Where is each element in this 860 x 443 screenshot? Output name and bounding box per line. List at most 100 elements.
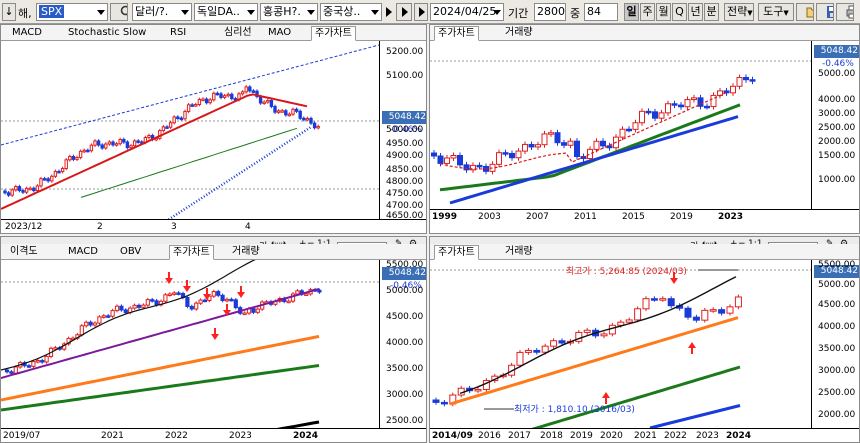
y-tick-label: 2500.00 bbox=[386, 416, 424, 426]
prev-arrow-icon[interactable] bbox=[386, 7, 392, 17]
candle-body bbox=[650, 298, 658, 301]
candle-body bbox=[593, 140, 600, 150]
market-combo[interactable]: 독일DA.. bbox=[194, 3, 258, 21]
high-annotation: 최고가 : 5,264.85 (2024/03) bbox=[566, 266, 687, 277]
strategy-button[interactable]: 전략▼ bbox=[724, 3, 754, 21]
candle-body bbox=[31, 361, 36, 367]
app-window: ↓ 해, SPX 달러/?. 독일DA.. 홍콩H?. 중국상.. 2024/0… bbox=[0, 0, 860, 443]
monthly-x-axis: 1999 2003 2007 2011 2015 2019 2023 bbox=[430, 209, 859, 225]
monthly-price-plot bbox=[430, 60, 811, 205]
play-button[interactable] bbox=[396, 3, 412, 21]
candle-body bbox=[287, 113, 292, 117]
chart-tab[interactable]: 주가차트 bbox=[311, 26, 356, 41]
candle-body bbox=[515, 150, 522, 159]
chart-tab[interactable]: 거래량 bbox=[502, 245, 536, 260]
candle-body bbox=[10, 189, 14, 196]
signal-arrow-icon bbox=[688, 342, 696, 354]
moving-average-short bbox=[1, 260, 256, 371]
timeframe-button[interactable]: 월 bbox=[656, 3, 671, 21]
region-combo[interactable]: 홍콩H?. bbox=[260, 3, 318, 21]
chart-tab[interactable]: 심리선 bbox=[221, 26, 255, 41]
next-button[interactable] bbox=[414, 3, 428, 21]
chart-tab[interactable]: 주가차트 bbox=[169, 245, 214, 260]
save-icon bbox=[827, 6, 833, 18]
y-tick-label: 1000.00 bbox=[818, 175, 856, 185]
currency-value: 달러/?. bbox=[135, 5, 169, 18]
timeframe-button[interactable]: 년 bbox=[688, 3, 703, 21]
candle-body bbox=[50, 175, 54, 182]
timeframe-button[interactable]: 분 bbox=[704, 3, 719, 21]
candle-body bbox=[89, 144, 94, 152]
candle-body bbox=[639, 110, 645, 124]
candle-body bbox=[302, 117, 306, 121]
candle-body bbox=[295, 290, 300, 295]
date-field[interactable]: 2024/04/25 bbox=[430, 3, 504, 21]
candle-body bbox=[24, 187, 29, 193]
x-tick-label: 2019 bbox=[670, 212, 693, 222]
candle-body bbox=[14, 186, 18, 191]
x-tick-label: 2021 bbox=[634, 431, 657, 441]
chart-tab[interactable]: 주가차트 bbox=[434, 26, 479, 41]
y-tick-label: 3500.00 bbox=[818, 344, 856, 354]
y-tick-label: 5500.00 bbox=[818, 260, 856, 270]
chart-tab[interactable]: MACD bbox=[9, 26, 45, 41]
candle-body bbox=[179, 117, 184, 121]
timeframe-button[interactable]: Q bbox=[672, 3, 687, 21]
candle-body bbox=[730, 85, 736, 94]
candle-body bbox=[194, 302, 199, 310]
x-tick-label: 2019/07 bbox=[3, 431, 41, 441]
monthly-change: -0.46% bbox=[822, 59, 854, 69]
candle-body bbox=[632, 122, 639, 130]
x-tick-label: 2003 bbox=[478, 212, 501, 222]
strategy-dropdown-icon: ▼ bbox=[747, 9, 753, 17]
candle-body bbox=[233, 299, 238, 309]
chart-tab[interactable]: MACD bbox=[65, 245, 101, 260]
save-button[interactable] bbox=[816, 3, 834, 21]
search-button[interactable] bbox=[110, 3, 128, 21]
candle-body bbox=[535, 144, 541, 148]
chart-tab[interactable]: Stochastic Slow bbox=[65, 26, 149, 41]
period-input[interactable]: 2800 bbox=[534, 3, 566, 21]
print-icon bbox=[846, 5, 853, 19]
chart-tab[interactable]: 주가차트 bbox=[434, 245, 479, 260]
currency-combo[interactable]: 달러/?. bbox=[132, 3, 192, 21]
y-tick-label: 4700.00 bbox=[386, 201, 424, 211]
chart-tab[interactable]: RSI bbox=[167, 26, 189, 41]
mode-label: 해, bbox=[18, 7, 32, 20]
chart-tab[interactable]: 이격도 bbox=[7, 245, 41, 260]
candle-body bbox=[692, 316, 700, 321]
chart-tab[interactable]: OBV bbox=[117, 245, 144, 260]
symbol-combo[interactable]: SPX bbox=[36, 3, 108, 21]
candle-body bbox=[35, 360, 40, 363]
moving-average-orange bbox=[1, 334, 320, 402]
country-combo[interactable]: 중국상.. bbox=[320, 3, 382, 21]
mode-toggle-button[interactable]: ↓ bbox=[2, 3, 16, 21]
chart-tab[interactable]: 거래량 bbox=[502, 26, 536, 41]
folder-button[interactable] bbox=[796, 3, 814, 21]
y-tick-label: 5000.00 bbox=[386, 125, 424, 135]
x-tick-label: 2024 bbox=[293, 431, 319, 441]
candle-body bbox=[248, 86, 252, 92]
x-tick-label: 4 bbox=[245, 222, 251, 232]
candle-body bbox=[244, 86, 248, 93]
tools-dropdown-icon: ▼ bbox=[783, 9, 789, 17]
chart-tab[interactable]: 거래량 bbox=[229, 245, 263, 260]
candle-body bbox=[463, 164, 470, 171]
y-tick-label: 5000.00 bbox=[818, 69, 856, 79]
candle-body bbox=[242, 312, 247, 316]
candle-body bbox=[39, 178, 43, 187]
count-input[interactable]: 84 bbox=[584, 3, 618, 21]
timeframe-button[interactable]: 주 bbox=[640, 3, 655, 21]
candle-body bbox=[606, 145, 613, 149]
candle-body bbox=[312, 122, 317, 129]
y-tick-label: 5000.00 bbox=[386, 286, 424, 296]
candle-body bbox=[251, 90, 256, 93]
daily-y-axis: 5048.42 -0.46% 5200.00 5100.00 5000.00 4950… bbox=[379, 41, 426, 221]
tools-button[interactable]: 도구▼ bbox=[758, 3, 794, 21]
candle-body bbox=[101, 315, 106, 318]
chart-tab[interactable]: MAO bbox=[265, 26, 294, 41]
timeframe-button[interactable]: 일 bbox=[624, 3, 639, 21]
candle-body bbox=[709, 309, 717, 312]
print-button[interactable] bbox=[836, 3, 854, 21]
quarterly-y-axis: 5048.42 5500.00 5000.00 4500.00 4000.00 3500… bbox=[811, 260, 859, 428]
